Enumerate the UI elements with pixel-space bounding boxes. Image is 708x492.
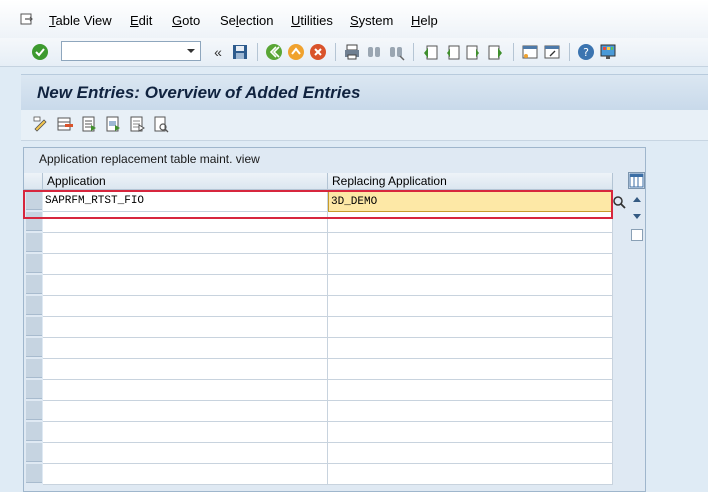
column-header-replacing-application[interactable]: Replacing Application — [328, 173, 613, 190]
table-header: Application Replacing Application — [24, 173, 613, 190]
cell-application[interactable] — [43, 296, 328, 317]
menu-goto[interactable]: Goto — [172, 13, 200, 29]
row-selector[interactable] — [26, 254, 42, 273]
search-help-icon[interactable] — [612, 195, 626, 209]
last-page-icon[interactable] — [486, 42, 506, 62]
cell-replacing-application[interactable] — [328, 212, 613, 233]
create-session-icon[interactable] — [520, 42, 540, 62]
row-selector[interactable] — [26, 212, 42, 231]
find-icon[interactable] — [364, 42, 384, 62]
print-icon[interactable] — [342, 42, 362, 62]
scroll-down-icon[interactable] — [632, 213, 642, 221]
cell-application[interactable]: SAPRFM_RTST_FIO — [43, 191, 328, 212]
row-selector[interactable] — [26, 338, 42, 357]
menu-help[interactable]: Help — [411, 13, 438, 29]
deselect-all-icon[interactable] — [128, 115, 146, 133]
row-selector[interactable] — [26, 233, 42, 252]
menu-system[interactable]: System — [350, 13, 393, 29]
cell-replacing-application[interactable] — [328, 401, 613, 422]
select-block-icon[interactable] — [104, 115, 122, 133]
variant-icon[interactable] — [152, 115, 170, 133]
chevron-down-icon[interactable] — [185, 47, 197, 55]
exit-icon[interactable] — [286, 42, 306, 62]
row-selector[interactable] — [26, 296, 42, 315]
table-control: Application replacement table maint. vie… — [23, 147, 646, 492]
title-bar: New Entries: Overview of Added Entries — [21, 74, 708, 111]
find-next-icon[interactable] — [386, 42, 406, 62]
menu-bar: Table View Edit Goto Selection Utilities… — [0, 0, 708, 39]
select-all-icon[interactable] — [80, 115, 98, 133]
cell-application[interactable] — [43, 443, 328, 464]
cell-application[interactable] — [43, 401, 328, 422]
next-page-icon[interactable] — [464, 42, 484, 62]
scroll-thumb[interactable] — [631, 229, 643, 241]
cell-replacing-application[interactable] — [328, 338, 613, 359]
svg-text:?: ? — [583, 46, 589, 59]
row-selector[interactable] — [26, 401, 42, 420]
separator — [513, 43, 514, 61]
cell-replacing-application[interactable] — [328, 254, 613, 275]
back-icon[interactable] — [264, 42, 284, 62]
delete-row-icon[interactable] — [56, 115, 74, 133]
separator — [257, 43, 258, 61]
cell-replacing-application[interactable] — [328, 443, 613, 464]
cell-application[interactable] — [43, 359, 328, 380]
column-header-application[interactable]: Application — [43, 173, 328, 190]
previous-page-icon[interactable] — [442, 42, 462, 62]
cell-application[interactable] — [43, 233, 328, 254]
separator — [569, 43, 570, 61]
cell-replacing-application[interactable] — [328, 233, 613, 254]
separator — [413, 43, 414, 61]
save-icon[interactable] — [230, 42, 250, 62]
cell-replacing-application[interactable] — [328, 275, 613, 296]
row-selector[interactable] — [26, 380, 42, 399]
application-toolbar — [21, 110, 708, 141]
selector-header[interactable] — [24, 173, 43, 190]
shortcut-icon[interactable] — [542, 42, 562, 62]
first-page-icon[interactable] — [420, 42, 440, 62]
menu-utilities[interactable]: Utilities — [291, 13, 333, 29]
enter-icon[interactable] — [30, 42, 50, 62]
customize-layout-icon[interactable] — [598, 42, 618, 62]
cell-replacing-application[interactable] — [328, 422, 613, 443]
vertical-scrollbar[interactable] — [630, 193, 644, 243]
table-caption: Application replacement table maint. vie… — [39, 152, 260, 166]
cell-application[interactable] — [43, 212, 328, 233]
change-display-icon[interactable] — [32, 115, 50, 133]
row-selector[interactable] — [26, 275, 42, 294]
table-settings-icon[interactable] — [628, 172, 645, 189]
cell-replacing-application[interactable] — [328, 380, 613, 401]
cell-application[interactable] — [43, 380, 328, 401]
menu-edit[interactable]: Edit — [130, 13, 152, 29]
cell-replacing-application[interactable]: 3D_DEMO — [328, 191, 613, 212]
standard-toolbar: « ? — [0, 38, 708, 67]
row-selector[interactable] — [26, 443, 42, 462]
row-selector[interactable] — [26, 422, 42, 441]
cell-replacing-application[interactable] — [328, 464, 613, 485]
cell-replacing-application[interactable] — [328, 317, 613, 338]
cell-application[interactable] — [43, 464, 328, 485]
separator — [335, 43, 336, 61]
command-input[interactable] — [62, 42, 186, 60]
cell-replacing-application[interactable] — [328, 296, 613, 317]
cell-application[interactable] — [43, 254, 328, 275]
menu-icon[interactable] — [20, 12, 34, 26]
row-selector[interactable] — [26, 464, 42, 483]
scroll-up-icon[interactable] — [632, 195, 642, 203]
cancel-icon[interactable] — [308, 42, 328, 62]
row-selector[interactable] — [26, 191, 42, 210]
cell-application[interactable] — [43, 275, 328, 296]
row-selector[interactable] — [26, 359, 42, 378]
cell-application[interactable] — [43, 317, 328, 338]
cell-replacing-application[interactable] — [328, 359, 613, 380]
help-icon[interactable]: ? — [576, 42, 596, 62]
page-title: New Entries: Overview of Added Entries — [37, 83, 361, 102]
cell-application[interactable] — [43, 338, 328, 359]
command-field[interactable] — [61, 41, 201, 61]
collapse-command-icon[interactable]: « — [208, 42, 228, 62]
cell-application[interactable] — [43, 422, 328, 443]
row-selector[interactable] — [26, 317, 42, 336]
menu-table-view[interactable]: Table View — [49, 13, 112, 29]
menu-selection[interactable]: Selection — [220, 13, 274, 29]
